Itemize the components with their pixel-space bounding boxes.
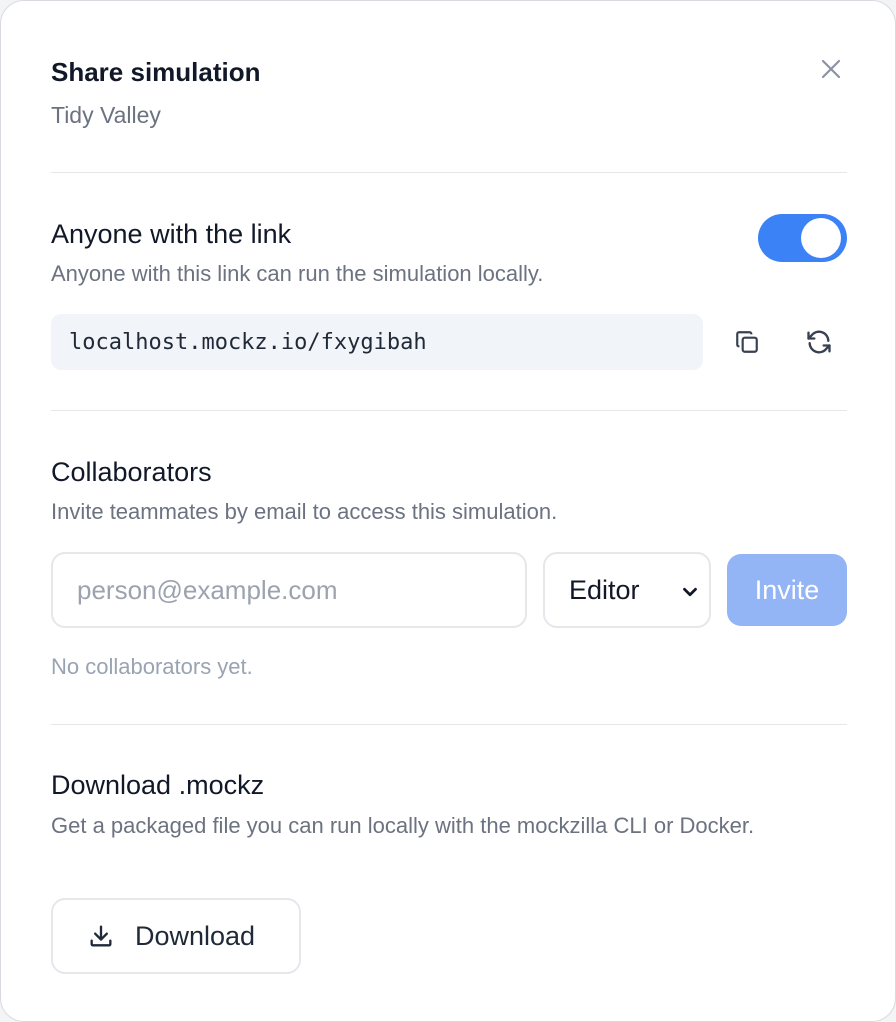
invite-button[interactable]: Invite xyxy=(727,554,847,626)
link-section-title: Anyone with the link xyxy=(51,219,292,249)
close-icon xyxy=(821,59,841,79)
share-dialog: Share simulation Tidy Valley Anyone with… xyxy=(0,0,896,1022)
divider xyxy=(51,172,847,173)
dialog-subtitle: Tidy Valley xyxy=(51,102,161,128)
refresh-icon xyxy=(807,330,831,354)
divider xyxy=(51,724,847,725)
copy-icon xyxy=(736,331,758,353)
empty-collaborators-text: No collaborators yet. xyxy=(51,654,253,679)
download-description: Get a packaged file you can run locally … xyxy=(51,813,755,838)
share-link-field[interactable]: localhost.mockz.io/fxygibah xyxy=(51,314,703,370)
collaborators-description: Invite teammates by email to access this… xyxy=(51,499,558,524)
link-sharing-toggle[interactable] xyxy=(758,214,847,262)
role-select-value: Editor xyxy=(569,574,640,605)
download-button-label: Download xyxy=(135,920,256,951)
download-icon xyxy=(90,925,112,947)
collaborators-title: Collaborators xyxy=(51,457,212,487)
close-button[interactable] xyxy=(815,53,847,85)
link-section-description: Anyone with this link can run the simula… xyxy=(51,261,544,286)
email-input[interactable] xyxy=(51,552,527,628)
chevron-down-icon xyxy=(683,587,697,597)
copy-link-button[interactable] xyxy=(726,321,768,363)
regenerate-link-button[interactable] xyxy=(798,321,840,363)
dialog-title: Share simulation xyxy=(51,57,261,87)
download-button[interactable]: Download xyxy=(51,898,301,974)
toggle-knob xyxy=(801,218,841,258)
divider xyxy=(51,410,847,411)
download-title: Download .mockz xyxy=(51,770,265,800)
role-select[interactable]: Editor xyxy=(543,552,711,628)
